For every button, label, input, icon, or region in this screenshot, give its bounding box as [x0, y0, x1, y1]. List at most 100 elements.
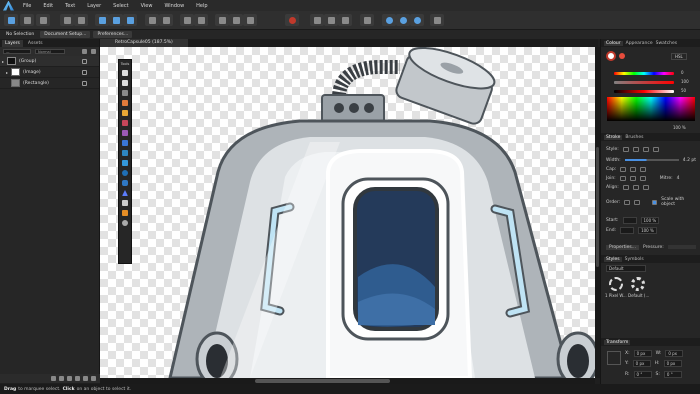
document-canvas[interactable] [100, 47, 595, 378]
scroll-thumb[interactable] [255, 379, 390, 383]
align-outside-icon[interactable] [642, 184, 649, 190]
styles-category-select[interactable]: Default [606, 265, 646, 272]
scale-checkbox[interactable] [651, 199, 658, 205]
end-scale[interactable]: 100 % [638, 226, 657, 234]
preferences-button[interactable]: Preferences... [93, 31, 133, 38]
boolean-xor-icon[interactable] [430, 14, 444, 26]
menu-help[interactable]: Help [190, 3, 213, 9]
cap-square-icon[interactable] [640, 166, 647, 172]
effects-icon[interactable] [67, 376, 72, 381]
transparency-tool-icon[interactable] [121, 139, 129, 147]
start-scale[interactable]: 100 % [640, 216, 660, 224]
rectangle-tool-icon[interactable] [121, 159, 129, 167]
fx-icon[interactable] [91, 49, 96, 54]
stroke-swatch-icon[interactable] [619, 53, 625, 59]
corner-tool-icon[interactable] [121, 89, 129, 97]
join-bevel-icon[interactable] [639, 175, 646, 181]
rounded-rect-tool-icon[interactable] [121, 179, 129, 187]
zoom-tool-icon[interactable] [121, 219, 129, 227]
s-field[interactable]: 0 ° [663, 370, 682, 378]
lightness-slider[interactable] [614, 90, 674, 93]
tab-appearance[interactable]: Appearance [626, 41, 653, 46]
style-solid-icon[interactable] [632, 146, 639, 152]
cap-round-icon[interactable] [630, 166, 637, 172]
expand-arrow-icon[interactable]: ▸ [2, 59, 4, 64]
tab-stroke[interactable]: Stroke [604, 134, 623, 140]
colour-spectrum[interactable] [607, 97, 695, 121]
boolean-intersect-icon[interactable] [410, 14, 424, 26]
node-icon[interactable] [310, 14, 324, 26]
width-value[interactable]: 4.2 pt [683, 158, 696, 163]
tab-layers[interactable]: Layers [2, 40, 23, 47]
menu-file[interactable]: File [17, 3, 37, 9]
layer-visibility-checkbox[interactable] [82, 58, 87, 64]
cap-butt-icon[interactable] [620, 166, 627, 172]
document-tab[interactable]: RetroCapsule05 (187.5%) [100, 39, 188, 47]
tab-transform[interactable]: Transform [604, 339, 631, 345]
shape-icon[interactable] [74, 14, 88, 26]
join-mitre-icon[interactable] [619, 175, 626, 181]
delete-layer-icon[interactable] [91, 376, 96, 381]
pen-tool-icon[interactable] [121, 99, 129, 107]
fill-tool-icon[interactable] [121, 129, 129, 137]
h-field[interactable]: 0 px [663, 359, 682, 367]
end-arrow-select[interactable] [620, 226, 635, 234]
group-icon[interactable] [83, 376, 88, 381]
transform-icon[interactable] [324, 14, 338, 26]
align-center-icon[interactable] [109, 14, 123, 26]
move-tool-icon[interactable] [121, 69, 129, 77]
style-dash-icon[interactable] [642, 146, 649, 152]
blend-mode-select[interactable]: Normal [35, 49, 65, 54]
order-back-icon[interactable] [633, 199, 640, 205]
fill-swatch-icon[interactable] [606, 51, 616, 61]
grid-icon[interactable] [243, 14, 257, 26]
scroll-thumb[interactable] [596, 147, 599, 267]
pressure-graph[interactable] [667, 245, 696, 249]
hue-slider[interactable] [614, 72, 674, 75]
expand-arrow-icon[interactable]: ▸ [2, 70, 8, 75]
r-field[interactable]: 0 ° [633, 370, 652, 378]
anchor-selector[interactable] [607, 351, 621, 365]
start-arrow-select[interactable] [622, 216, 637, 224]
w-field[interactable]: 0 px [665, 349, 684, 357]
menu-window[interactable]: Window [158, 3, 190, 9]
menu-text[interactable]: Text [59, 3, 81, 9]
boolean-subtract-icon[interactable] [396, 14, 410, 26]
tab-swatches[interactable]: Swatches [656, 41, 678, 46]
style-thumb-default[interactable] [631, 277, 645, 291]
layer-row-rectangle[interactable]: (Rectangle) [0, 78, 99, 89]
document-setup-button[interactable]: Document Setup... [40, 31, 91, 38]
tab-symbols[interactable]: Symbols [625, 257, 644, 262]
boolean-add-icon[interactable] [382, 14, 396, 26]
hand-tool-icon[interactable] [121, 209, 129, 217]
y-field[interactable]: 0 px [632, 359, 651, 367]
pixel-persona-icon[interactable] [20, 14, 34, 26]
place-image-icon[interactable] [60, 14, 74, 26]
menu-view[interactable]: View [135, 3, 159, 9]
layer-visibility-checkbox[interactable] [82, 69, 87, 75]
style-none-icon[interactable] [622, 146, 629, 152]
menu-layer[interactable]: Layer [81, 3, 107, 9]
x-field[interactable]: 0 px [633, 349, 652, 357]
triangle-tool-icon[interactable] [121, 189, 129, 197]
view-icon[interactable] [338, 14, 352, 26]
menu-edit[interactable]: Edit [37, 3, 59, 9]
lock-icon[interactable] [82, 49, 87, 54]
crop-tool-icon[interactable] [121, 149, 129, 157]
snapping-magnet-icon[interactable] [285, 14, 299, 26]
designer-persona-icon[interactable] [4, 14, 18, 26]
tab-styles[interactable]: Styles [604, 256, 622, 262]
add-layer-icon[interactable] [75, 376, 80, 381]
ellipse-tool-icon[interactable] [121, 169, 129, 177]
rotate-right-icon[interactable] [194, 14, 208, 26]
guides-icon[interactable] [229, 14, 243, 26]
align-center-icon[interactable] [632, 184, 639, 190]
style-thumb-1pixel[interactable] [609, 277, 623, 291]
layer-row-group[interactable]: ▸ (Group) [0, 56, 99, 67]
tab-brushes[interactable]: Brushes [625, 135, 643, 140]
menu-select[interactable]: Select [107, 3, 134, 9]
mask-icon[interactable] [51, 376, 56, 381]
join-round-icon[interactable] [629, 175, 636, 181]
saturation-slider[interactable] [614, 81, 674, 84]
pixel-view-icon[interactable] [360, 14, 374, 26]
